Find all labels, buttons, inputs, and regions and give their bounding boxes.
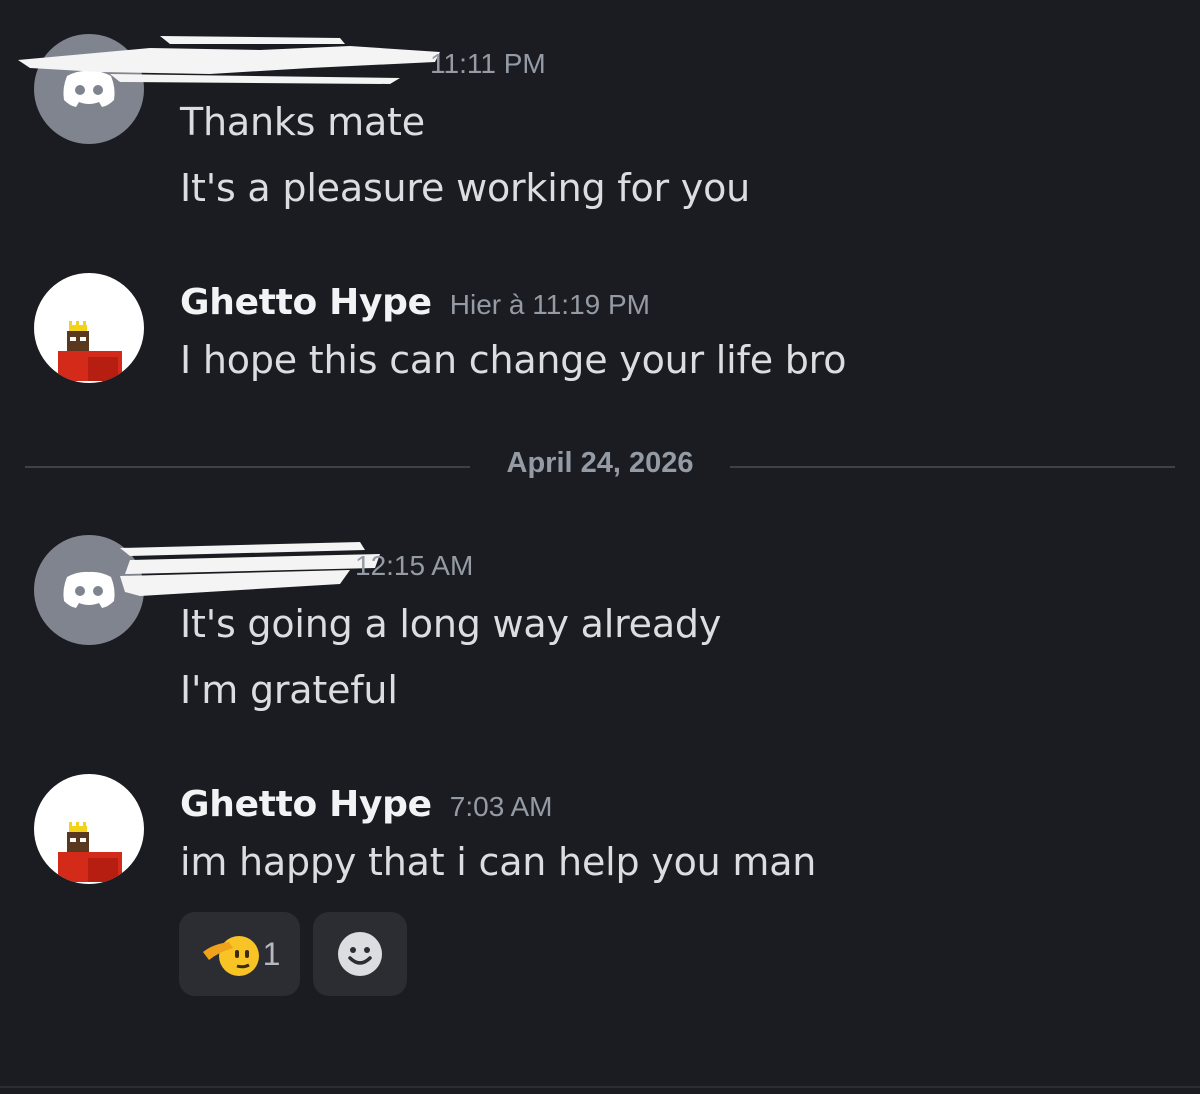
message-text: It's going a long way already	[180, 602, 722, 646]
message-text: Thanks mate	[180, 100, 425, 144]
message-timestamp: Hier à 11:19 PM	[449, 289, 651, 320]
redaction-scribble	[18, 36, 440, 84]
smiley-face-icon	[338, 932, 382, 976]
pixel-king-icon	[58, 321, 122, 381]
redaction-scribble	[120, 542, 380, 596]
reaction-saluting-face[interactable]: 1	[179, 912, 300, 996]
message-timestamp: 7:03 AM	[449, 791, 553, 822]
pixel-king-avatar[interactable]	[34, 774, 144, 884]
username[interactable]: Ghetto Hype	[180, 282, 432, 323]
pixel-king-icon	[58, 822, 122, 882]
message-text: I'm grateful	[180, 668, 398, 712]
username[interactable]: Ghetto Hype	[180, 784, 432, 825]
message-text: I hope this can change your life bro	[180, 338, 847, 382]
message-timestamp: 12:15 AM	[355, 550, 474, 581]
pixel-king-avatar[interactable]	[34, 273, 144, 383]
message-timestamp: 11:11 PM	[430, 48, 546, 79]
date-divider-line-right	[730, 466, 1175, 468]
message-text: im happy that i can help you man	[180, 840, 817, 884]
message-text: It's a pleasure working for you	[180, 166, 751, 210]
add-reaction-button[interactable]	[313, 912, 407, 996]
reaction-count: 1	[262, 935, 281, 972]
saluting-face-icon	[202, 936, 259, 976]
date-divider-label: April 24, 2026	[506, 447, 694, 479]
composer-divider	[0, 1086, 1200, 1088]
